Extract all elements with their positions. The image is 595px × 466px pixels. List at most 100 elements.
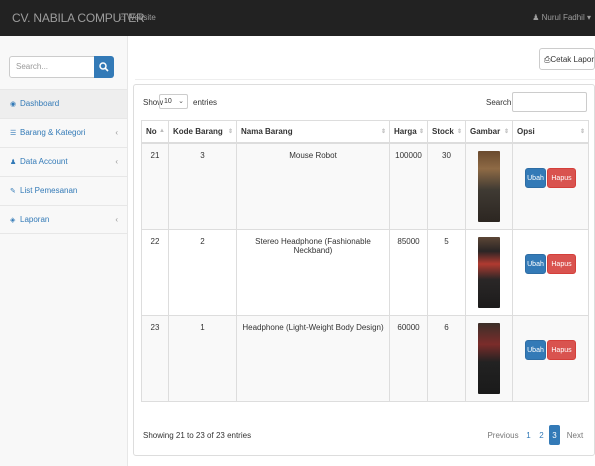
entries-per-page-select[interactable]: 10 ⌄ [159,94,188,109]
sort-asc-icon: ▲ [159,128,165,134]
sidebar-item-label: Laporan [20,215,50,224]
column-header-harga[interactable]: Harga ⇕ [389,120,428,144]
sort-icon: ⇕ [579,129,585,135]
cell-kode-barang: 2 [168,228,237,316]
pagination-page-2[interactable]: 2 [536,425,547,445]
column-header-stock[interactable]: Stock ⇕ [427,120,466,144]
website-link[interactable]: ⌂ Website [120,13,156,22]
cell-kode-barang: 3 [168,142,237,230]
column-header-opsi[interactable]: Opsi ⇕ [512,120,589,144]
pagination-page-1[interactable]: 1 [523,425,534,445]
sidebar-search-input[interactable]: Search... [9,56,107,78]
dashboard-icon: ◉ [10,101,17,108]
users-icon: ♟ [10,159,17,166]
chevron-down-icon: ⌄ [178,98,184,105]
delete-button[interactable]: Hapus [547,253,576,274]
cell-opsi: Ubah Hapus [512,314,589,402]
table-row: 21 3 Mouse Robot 100000 30 Ubah Hapus [141,142,589,230]
website-link-label: Website [127,13,156,22]
sidebar-item-barang-kategori[interactable]: ☰ Barang & Kategori ‹ [0,118,127,147]
column-header-no[interactable]: No ▲ [141,120,169,144]
entries-label: entries [193,98,218,107]
table-search-label: Search: [486,98,514,107]
home-icon: ⌂ [120,13,125,22]
chevron-left-icon: ‹ [115,128,118,137]
cell-harga: 100000 [389,142,428,230]
cell-gambar [465,142,513,230]
table-row: 23 1 Headphone (Light-Weight Body Design… [141,314,589,402]
column-label: Nama Barang [241,126,293,136]
delete-button[interactable]: Hapus [547,167,576,188]
sort-icon: ⇕ [380,129,386,135]
cell-opsi: Ubah Hapus [512,142,589,230]
products-panel: Show 10 ⌄ entries Search: No ▲ Kode Baran… [133,84,595,456]
column-label: Opsi [517,126,535,136]
pagination-previous[interactable]: Previous [485,425,521,445]
cell-no: 22 [141,228,169,316]
print-report-label: Cetak Laporan [550,55,594,64]
product-image [478,150,500,222]
top-navbar: CV. NABILA COMPUTER ⌂ Website ♟ Nurul Fa… [0,0,595,36]
cell-stock: 6 [427,314,466,402]
delete-button[interactable]: Hapus [547,339,576,360]
sort-icon: ⇕ [503,129,509,135]
table-header-row: No ▲ Kode Barang ⇕ Nama Barang ⇕ Harga ⇕ Sto… [141,120,589,144]
column-header-nama-barang[interactable]: Nama Barang ⇕ [236,120,390,144]
cell-harga: 60000 [389,314,428,402]
table-info-text: Showing 21 to 23 of 23 entries [143,431,252,440]
pagination-next[interactable]: Next [565,425,585,445]
product-image [478,322,500,394]
table-search-input[interactable] [512,92,587,112]
column-header-kode-barang[interactable]: Kode Barang ⇕ [168,120,237,144]
edit-icon: ✎ [10,188,16,195]
header-divider [135,79,595,80]
edit-button[interactable]: Ubah [525,253,546,274]
list-icon: ☰ [10,130,17,137]
sort-icon: ⇕ [456,129,462,135]
chevron-down-icon: ▾ [586,13,591,22]
edit-button[interactable]: Ubah [525,167,546,188]
sort-icon: ⇕ [227,129,233,135]
cell-nama-barang: Mouse Robot [236,142,390,230]
sidebar-item-laporan[interactable]: ◈ Laporan ‹ [0,205,127,234]
sidebar-item-dashboard[interactable]: ◉ Dashboard [0,89,127,118]
column-label: Stock [432,126,454,136]
column-label: Gambar [470,126,501,136]
chevron-left-icon: ‹ [115,157,118,166]
sidebar-item-label: List Pemesanan [20,186,78,195]
sidebar-item-label: Barang & Kategori [20,128,86,137]
sort-icon: ⇕ [418,129,424,135]
search-icon [99,62,109,72]
column-label: Kode Barang [173,126,223,136]
sidebar-menu: ◉ Dashboard ☰ Barang & Kategori ‹ ♟ Data Ac… [0,89,127,234]
user-icon: ♟ [532,13,540,22]
column-header-gambar[interactable]: Gambar ⇕ [465,120,513,144]
cell-opsi: Ubah Hapus [512,228,589,316]
table-row: 22 2 Stereo Headphone (Fashionable Neckb… [141,228,589,316]
report-icon: ◈ [10,217,16,224]
print-report-button[interactable]: ⎙Cetak Laporan [539,48,595,70]
column-label: Harga [394,126,417,136]
cell-no: 21 [141,142,169,230]
column-label: No [146,126,157,136]
sidebar-item-list-pemesanan[interactable]: ✎ List Pemesanan [0,176,127,205]
sidebar-item-label: Data Account [20,157,68,166]
user-name: Nurul Fadhil [541,13,585,22]
sidebar-item-data-account[interactable]: ♟ Data Account ‹ [0,147,127,176]
cell-stock: 5 [427,228,466,316]
product-image [478,236,500,308]
edit-button[interactable]: Ubah [525,339,546,360]
pagination-page-3[interactable]: 3 [549,425,560,445]
cell-no: 23 [141,314,169,402]
cell-nama-barang: Headphone (Light-Weight Body Design) [236,314,390,402]
products-table: No ▲ Kode Barang ⇕ Nama Barang ⇕ Harga ⇕ Sto… [141,120,589,402]
cell-gambar [465,228,513,316]
chevron-left-icon: ‹ [115,215,118,224]
cell-harga: 85000 [389,228,428,316]
user-menu[interactable]: ♟ Nurul Fadhil ▾ [532,13,591,22]
cell-gambar [465,314,513,402]
sidebar-item-label: Dashboard [20,99,60,108]
sidebar-search-button[interactable] [94,56,114,78]
cell-nama-barang: Stereo Headphone (Fashionable Neckband) [236,228,390,316]
cell-kode-barang: 1 [168,314,237,402]
